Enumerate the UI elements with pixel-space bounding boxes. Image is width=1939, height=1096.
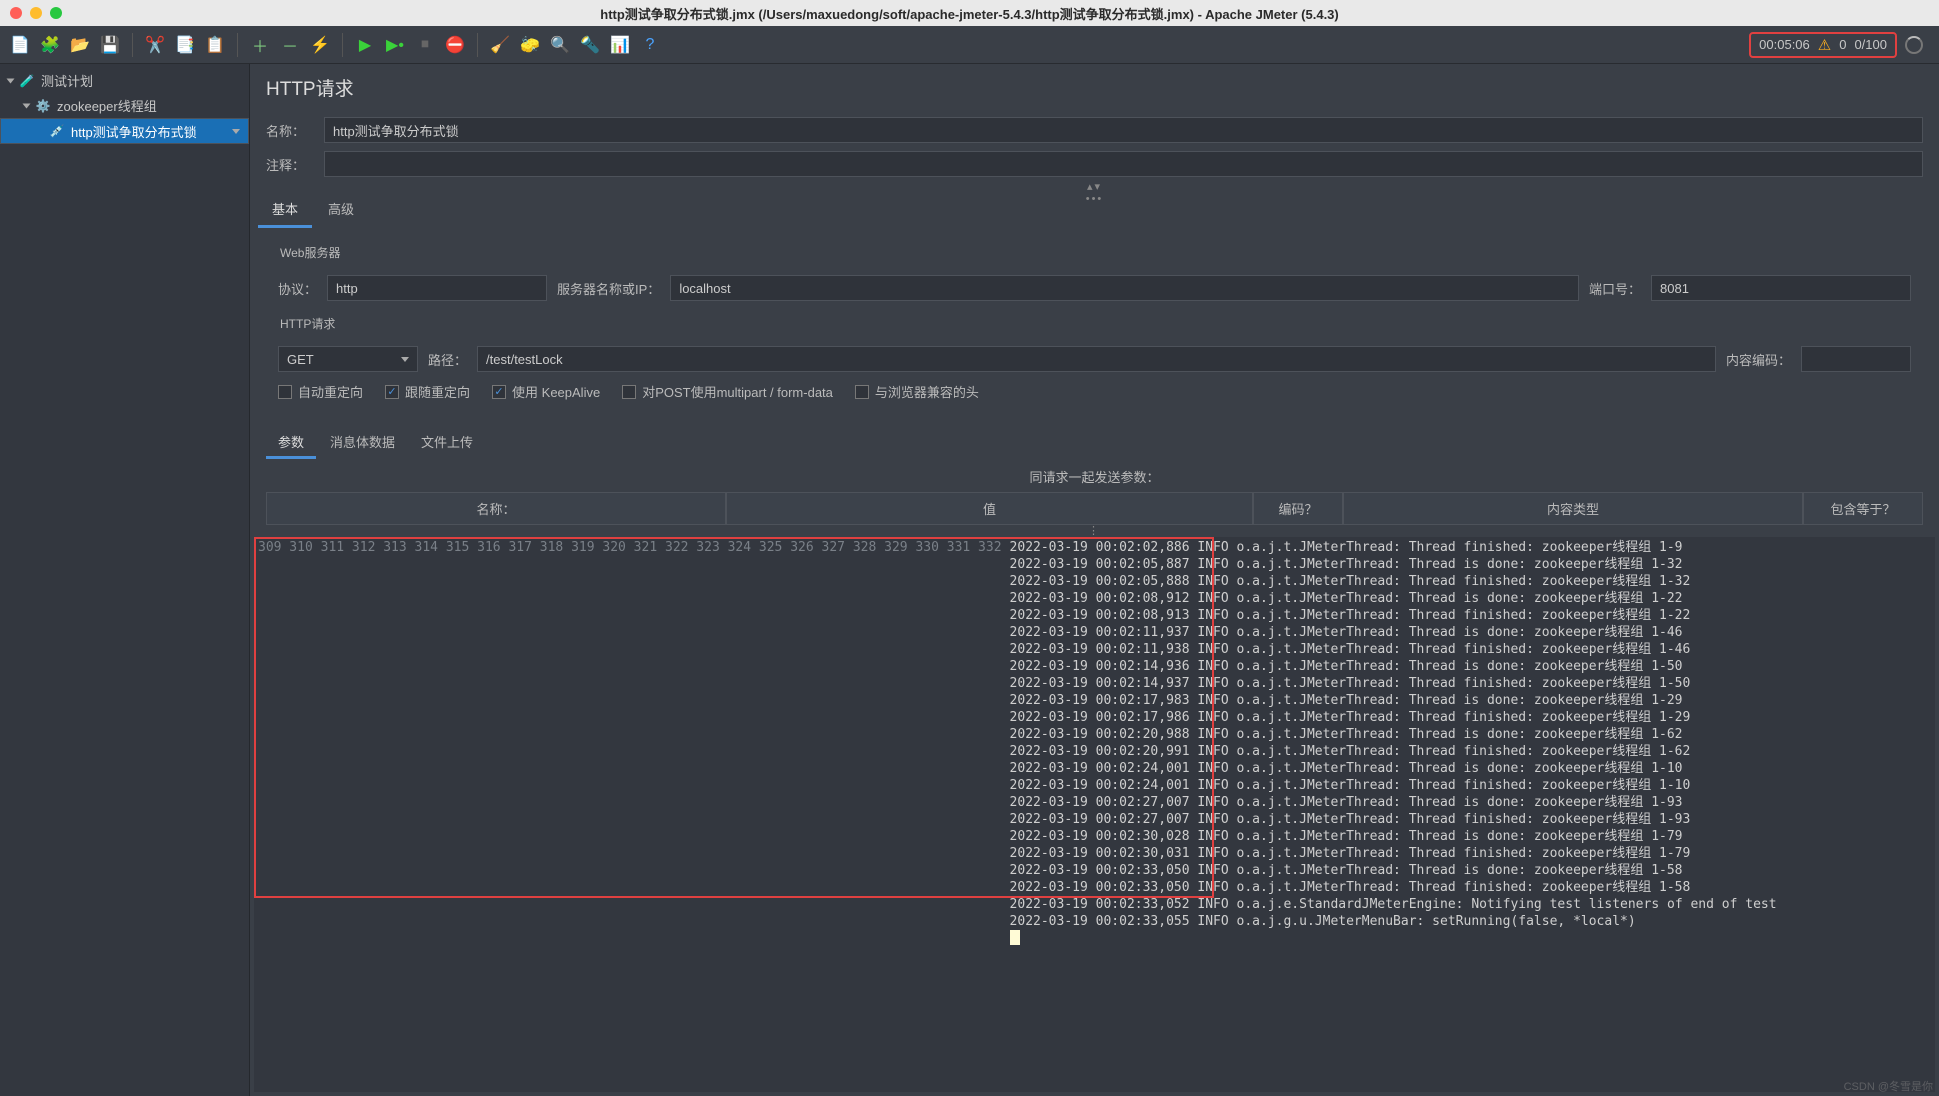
- method-value: GET: [287, 352, 314, 367]
- protocol-label: 协议：: [278, 279, 317, 298]
- test-plan-tree[interactable]: 🧪 测试计划 ⚙️ zookeeper线程组 💉 http测试争取分布式锁: [0, 64, 250, 1096]
- name-input[interactable]: [324, 117, 1923, 143]
- params-caption: 同请求一起发送参数：: [250, 459, 1939, 492]
- collapse-icon[interactable]: －: [278, 33, 302, 57]
- encoding-input[interactable]: [1801, 346, 1911, 372]
- col-value[interactable]: 值: [726, 492, 1253, 525]
- path-label: 路径：: [428, 350, 467, 369]
- pane-heading: HTTP请求: [250, 64, 1939, 113]
- search-icon[interactable]: 🔍: [548, 33, 572, 57]
- pipette-icon: 💉: [49, 123, 65, 139]
- http-request-title: HTTP请求: [278, 313, 1911, 340]
- warning-icon[interactable]: ⚠: [1818, 36, 1831, 54]
- stop-icon[interactable]: ⏹: [413, 33, 437, 57]
- function-helper-icon[interactable]: 📊: [608, 33, 632, 57]
- close-window-button[interactable]: [10, 7, 22, 19]
- tree-label: 测试计划: [41, 71, 93, 90]
- templates-icon[interactable]: 🧩: [38, 33, 62, 57]
- new-icon[interactable]: 📄: [8, 33, 32, 57]
- thread-count: 0/100: [1854, 37, 1887, 52]
- tab-advanced[interactable]: 高级: [314, 193, 368, 228]
- port-label: 端口号：: [1589, 279, 1641, 298]
- params-header: 名称： 值 编码？ 内容类型 包含等于？: [266, 492, 1923, 525]
- traffic-lights: [10, 7, 62, 19]
- help-icon[interactable]: ?: [638, 33, 662, 57]
- shutdown-icon[interactable]: ⛔: [443, 33, 467, 57]
- collapse-handle[interactable]: ▴▾•••: [250, 181, 1939, 193]
- protocol-input[interactable]: [327, 275, 547, 301]
- activity-indicator-icon: [1905, 36, 1923, 54]
- log-split-handle[interactable]: ⋮•••: [250, 525, 1939, 537]
- reset-search-icon[interactable]: 🔦: [578, 33, 602, 57]
- start-no-pause-icon[interactable]: ▶•: [383, 33, 407, 57]
- col-name[interactable]: 名称：: [266, 492, 726, 525]
- error-count: 0: [1839, 37, 1846, 52]
- start-icon[interactable]: ▶: [353, 33, 377, 57]
- disclosure-icon[interactable]: [23, 103, 31, 108]
- name-label: 名称：: [266, 121, 314, 140]
- expand-icon[interactable]: ＋: [248, 33, 272, 57]
- tree-node-testplan[interactable]: 🧪 测试计划: [0, 68, 249, 93]
- main-split: 🧪 测试计划 ⚙️ zookeeper线程组 💉 http测试争取分布式锁 HT…: [0, 64, 1939, 1096]
- toggle-icon[interactable]: ⚡: [308, 33, 332, 57]
- log-gutter: 309 310 311 312 313 314 315 316 317 318 …: [254, 537, 1006, 1092]
- save-icon[interactable]: 💾: [98, 33, 122, 57]
- minimize-window-button[interactable]: [30, 7, 42, 19]
- web-server-title: Web服务器: [278, 242, 1911, 269]
- watermark: CSDN @冬雪是你: [1844, 1078, 1933, 1094]
- tree-label: http测试争取分布式锁: [71, 122, 197, 141]
- body-subtabs: 参数 消息体数据 文件上传: [250, 421, 1939, 459]
- clear-all-icon[interactable]: 🧽: [518, 33, 542, 57]
- tree-label: zookeeper线程组: [57, 96, 157, 115]
- cb-follow-redirect[interactable]: 跟随重定向: [385, 382, 470, 401]
- zoom-window-button[interactable]: [50, 7, 62, 19]
- titlebar: http测试争取分布式锁.jmx (/Users/maxuedong/soft/…: [0, 0, 1939, 26]
- col-ctype[interactable]: 内容类型: [1343, 492, 1803, 525]
- comment-input[interactable]: [324, 151, 1923, 177]
- cb-auto-redirect[interactable]: 自动重定向: [278, 382, 363, 401]
- web-server-section: Web服务器 协议： 服务器名称或IP： 端口号： HTTP请求 GET 路径：…: [266, 232, 1923, 413]
- log-text[interactable]: 2022-03-19 00:02:02,886 INFO o.a.j.t.JMe…: [1006, 537, 1935, 1092]
- clear-icon[interactable]: 🧹: [488, 33, 512, 57]
- config-tabs: 基本 高级: [250, 193, 1939, 228]
- cb-multipart[interactable]: 对POST使用multipart / form-data: [622, 382, 833, 401]
- path-input[interactable]: [477, 346, 1716, 372]
- window-title: http测试争取分布式锁.jmx (/Users/maxuedong/soft/…: [600, 4, 1338, 23]
- flask-icon: 🧪: [19, 73, 35, 89]
- tree-node-threadgroup[interactable]: ⚙️ zookeeper线程组: [0, 93, 249, 118]
- open-icon[interactable]: 📂: [68, 33, 92, 57]
- cb-keepalive[interactable]: 使用 KeepAlive: [492, 382, 600, 401]
- server-label: 服务器名称或IP：: [557, 279, 660, 298]
- disclosure-icon[interactable]: [7, 78, 15, 83]
- subtab-body[interactable]: 消息体数据: [318, 427, 407, 459]
- copy-icon[interactable]: 📑: [173, 33, 197, 57]
- editor-pane: HTTP请求 名称： 注释： ▴▾••• 基本 高级 Web服务器 协议： 服务…: [250, 64, 1939, 1096]
- toolbar: 📄 🧩 📂 💾 ✂️ 📑 📋 ＋ － ⚡ ▶ ▶• ⏹ ⛔ 🧹 🧽 🔍 🔦 📊 …: [0, 26, 1939, 64]
- paste-icon[interactable]: 📋: [203, 33, 227, 57]
- tree-node-http-sampler[interactable]: 💉 http测试争取分布式锁: [0, 118, 249, 144]
- comment-label: 注释：: [266, 155, 314, 174]
- col-include[interactable]: 包含等于？: [1803, 492, 1923, 525]
- cut-icon[interactable]: ✂️: [143, 33, 167, 57]
- log-panel[interactable]: 309 310 311 312 313 314 315 316 317 318 …: [254, 537, 1935, 1092]
- elapsed-timer: 00:05:06: [1759, 37, 1810, 52]
- server-input[interactable]: [670, 275, 1579, 301]
- subtab-params[interactable]: 参数: [266, 427, 316, 459]
- port-input[interactable]: [1651, 275, 1911, 301]
- cb-browser-compat[interactable]: 与浏览器兼容的头: [855, 382, 979, 401]
- tab-basic[interactable]: 基本: [258, 193, 312, 228]
- method-select[interactable]: GET: [278, 346, 418, 372]
- subtab-files[interactable]: 文件上传: [409, 427, 485, 459]
- run-status-box: 00:05:06 ⚠ 0 0/100: [1749, 32, 1897, 58]
- col-encode[interactable]: 编码？: [1253, 492, 1343, 525]
- gear-icon: ⚙️: [35, 98, 51, 114]
- encoding-label: 内容编码：: [1726, 350, 1791, 369]
